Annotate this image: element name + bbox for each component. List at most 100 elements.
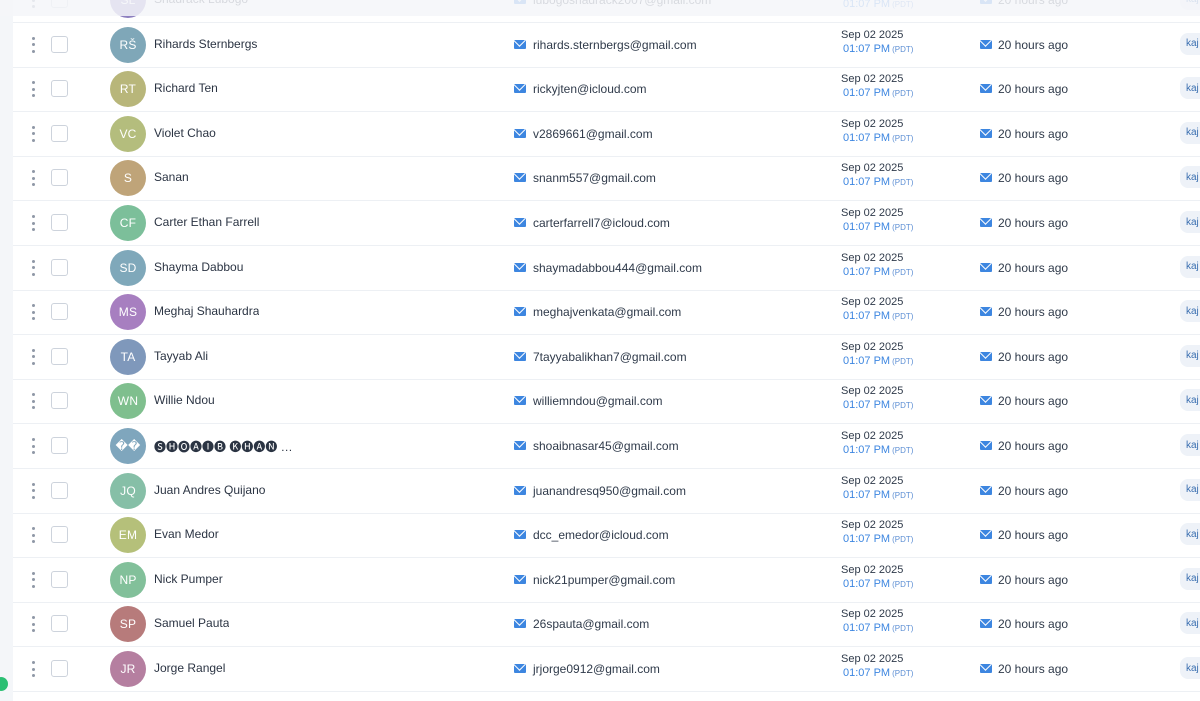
row-select-checkbox[interactable] [51, 169, 68, 187]
contact-name[interactable]: Carter Ethan Farrell [154, 215, 259, 229]
contact-name[interactable]: 🅢🅗🅞🅐🅘🅑 🅚🅗🅐🅝 🅝🅐... [154, 438, 304, 455]
drag-handle-icon[interactable] [29, 393, 37, 410]
drag-handle-icon[interactable] [29, 438, 37, 454]
row-select-checkbox[interactable] [51, 481, 68, 499]
contact-name[interactable]: Tayyab Ali [154, 349, 208, 363]
table-row[interactable]: TA Tayyab Ali 7tayyabalikhan7@gmail.com Sep… [13, 335, 1200, 380]
avatar: WN [110, 383, 146, 420]
contact-name[interactable]: Richard Ten [154, 81, 218, 95]
drag-handle-icon[interactable] [29, 304, 37, 321]
contact-email[interactable]: shaymadabbou444@gmail.com [533, 261, 702, 275]
row-select-checkbox[interactable] [51, 347, 68, 365]
tag-chip[interactable]: kaj [1180, 434, 1200, 456]
tag-chip[interactable]: kaj [1180, 478, 1200, 501]
tag-chip[interactable]: kaj [1180, 32, 1200, 55]
table-row[interactable]: �� 🅢🅗🅞🅐🅘🅑 🅚🅗🅐🅝 🅝🅐... shoaibnasar45@gmail.c… [13, 424, 1200, 469]
contact-name[interactable]: Violet Chao [154, 126, 216, 140]
drag-handle-icon[interactable] [29, 616, 37, 633]
table-row[interactable]: WN Willie Ndou williemndou@gmail.com Sep 02… [13, 379, 1200, 425]
row-select-checkbox[interactable] [51, 526, 68, 544]
created-time-value: 01:07 PM [843, 176, 891, 189]
table-row[interactable]: NP Nick Pumper nick21pumper@gmail.com Sep 0… [13, 558, 1200, 603]
drag-handle-icon[interactable] [29, 527, 37, 544]
contact-email[interactable]: 26spauta@gmail.com [533, 617, 649, 631]
tag-chip[interactable]: kaj [1180, 657, 1200, 679]
drag-handle-icon[interactable] [29, 571, 37, 588]
contact-email[interactable]: rihards.sternbergs@gmail.com [533, 38, 697, 52]
table-row[interactable]: EM Evan Medor dcc_emedor@icloud.com Sep 02 … [13, 513, 1200, 559]
drag-handle-icon[interactable] [29, 36, 37, 53]
avatar: RŠ [110, 26, 146, 63]
row-select-checkbox[interactable] [51, 35, 68, 53]
table-row[interactable]: SD Shayma Dabbou shaymadabbou444@gmail.com… [13, 246, 1200, 291]
tag-chip[interactable]: kaj [1180, 211, 1200, 233]
row-select-checkbox[interactable] [51, 615, 68, 633]
table-row[interactable]: JR Jorge Rangel jrjorge0912@gmail.com Sep 0… [13, 647, 1200, 692]
tag-chip[interactable]: kaj [1180, 523, 1200, 546]
contact-name[interactable]: Meghaj Shauhardra [154, 304, 259, 318]
contact-email[interactable]: juanandresq950@gmail.com [533, 484, 686, 498]
row-select-checkbox[interactable] [51, 570, 68, 588]
contact-name[interactable]: Juan Andres Quijano [154, 483, 265, 497]
tag-chip[interactable]: kaj [1180, 567, 1200, 590]
contact-name[interactable]: Nick Pumper [154, 572, 223, 586]
drag-handle-icon[interactable] [29, 215, 37, 231]
drag-handle-icon[interactable] [29, 482, 37, 499]
drag-handle-icon[interactable] [29, 170, 37, 187]
contact-email[interactable]: dcc_emedor@icloud.com [533, 528, 669, 542]
row-select-checkbox[interactable] [51, 303, 68, 321]
contact-name[interactable]: Shayma Dabbou [154, 260, 243, 274]
contact-name[interactable]: Sanan [154, 170, 189, 184]
contact-email[interactable]: shoaibnasar45@gmail.com [533, 439, 679, 453]
contact-name[interactable]: Rihards Sternbergs [154, 37, 257, 51]
contact-email[interactable]: nick21pumper@gmail.com [533, 573, 675, 587]
tag-chip[interactable]: kaj [1180, 300, 1200, 323]
drag-handle-icon[interactable] [29, 259, 37, 276]
contact-email[interactable]: jrjorge0912@gmail.com [533, 662, 660, 676]
contact-email[interactable]: carterfarrell7@icloud.com [533, 216, 670, 230]
envelope-icon [514, 441, 526, 450]
row-select-checkbox[interactable] [51, 437, 68, 454]
row-select-checkbox[interactable] [51, 258, 68, 276]
tag-chip[interactable]: kaj [1180, 121, 1200, 144]
envelope-icon [980, 84, 992, 94]
table-row[interactable]: RT Richard Ten rickyjten@icloud.com Sep 02 … [13, 67, 1200, 113]
drag-handle-icon[interactable] [29, 348, 37, 365]
contact-name[interactable]: Jorge Rangel [154, 661, 225, 675]
contact-email[interactable]: v2869661@gmail.com [533, 127, 653, 141]
timezone-label: (PDT) [892, 133, 914, 143]
contact-email[interactable]: meghajvenkata@gmail.com [533, 305, 681, 319]
tag-chip[interactable]: kaj [1180, 166, 1200, 189]
envelope-icon [980, 441, 992, 450]
contact-email[interactable]: 7tayyabalikhan7@gmail.com [533, 350, 687, 364]
row-select-checkbox[interactable] [51, 660, 68, 677]
contact-email[interactable]: williemndou@gmail.com [533, 394, 663, 408]
table-row[interactable]: VC Violet Chao v2869661@gmail.com Sep 02 20… [13, 112, 1200, 157]
drag-handle-icon[interactable] [29, 661, 37, 677]
table-row[interactable]: SP Samuel Pauta 26spauta@gmail.com Sep 02 2… [13, 602, 1200, 648]
contact-name[interactable]: Samuel Pauta [154, 616, 229, 630]
drag-handle-icon[interactable] [29, 125, 37, 142]
tag-chip[interactable]: kaj [1180, 612, 1200, 635]
table-row[interactable]: CF Carter Ethan Farrell carterfarrell7@icl… [13, 201, 1200, 246]
table-row[interactable]: JQ Juan Andres Quijano juanandresq950@gmai… [13, 469, 1200, 514]
timezone-label: (PDT) [892, 223, 914, 232]
created-time: 01:07 PM(PDT) [843, 667, 913, 679]
row-select-checkbox[interactable] [51, 214, 68, 231]
row-select-checkbox[interactable] [51, 80, 68, 98]
row-select-checkbox[interactable] [51, 392, 68, 410]
contact-email[interactable]: snanm557@gmail.com [533, 171, 656, 185]
contact-email[interactable]: rickyjten@icloud.com [533, 82, 647, 96]
tag-chip[interactable]: kaj [1180, 389, 1200, 412]
contact-name[interactable]: Willie Ndou [154, 393, 215, 407]
row-select-checkbox[interactable] [51, 124, 68, 142]
drag-handle-icon[interactable] [29, 81, 37, 98]
tag-chip[interactable]: kaj [1180, 77, 1200, 100]
tag-chip[interactable]: kaj [1180, 344, 1200, 367]
contact-name[interactable]: Evan Medor [154, 527, 219, 541]
table-row[interactable]: S Sanan snanm557@gmail.com Sep 02 2025 01:07… [13, 156, 1200, 202]
chat-launcher-icon[interactable] [0, 677, 8, 691]
table-row[interactable]: RŠ Rihards Sternbergs rihards.sternbergs@g… [13, 23, 1200, 68]
table-row[interactable]: MS Meghaj Shauhardra meghajvenkata@gmail.c… [13, 290, 1200, 336]
tag-chip[interactable]: kaj [1180, 255, 1200, 278]
